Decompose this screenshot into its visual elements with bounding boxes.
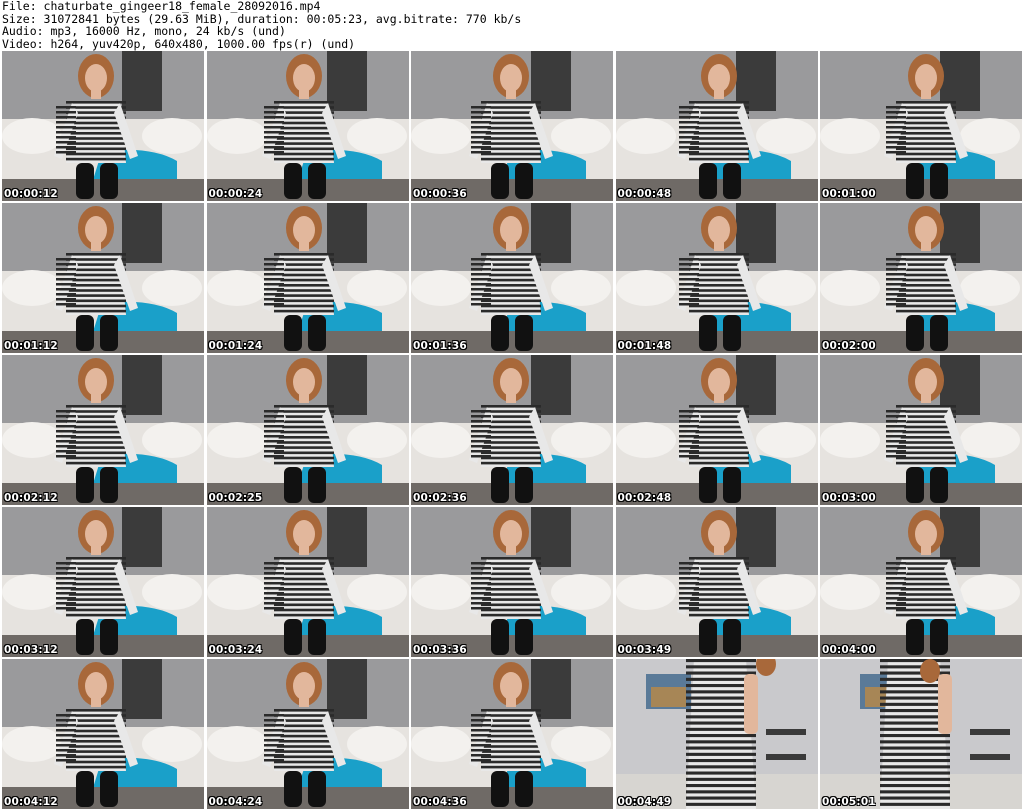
- thumbnail-frame: 00:00:24: [206, 51, 409, 201]
- thumbnail-image: [2, 203, 204, 353]
- thumbnail-image: [615, 203, 818, 353]
- thumbnail-frame: 00:01:00: [820, 51, 1022, 201]
- thumbnail-frame: 00:01:24: [206, 203, 409, 353]
- thumbnail-timestamp: 00:03:12: [4, 644, 58, 656]
- thumbnail-timestamp: 00:03:49: [617, 644, 672, 656]
- thumbnail-frame: 00:00:48: [615, 51, 818, 201]
- thumbnail-image: [411, 355, 613, 505]
- thumbnail-frame: 00:00:36: [411, 51, 613, 201]
- thumbnail-frame: 00:00:12: [2, 51, 204, 201]
- thumbnail-image: [206, 51, 409, 201]
- thumbnail-image: [206, 203, 409, 353]
- thumbnail-timestamp: 00:02:25: [208, 492, 263, 504]
- thumbnail-image: [206, 507, 409, 657]
- thumbnail-frame: 00:03:36: [411, 507, 613, 657]
- thumbnail-frame: 00:05:01: [820, 659, 1022, 809]
- thumbnail-timestamp: 00:04:24: [208, 796, 263, 808]
- thumbnail-timestamp: 00:02:48: [617, 492, 672, 504]
- thumbnail-timestamp: 00:03:24: [208, 644, 263, 656]
- thumbnail-frame: 00:02:36: [411, 355, 613, 505]
- video-info-line: Video: h264, yuv420p, 640x480, 1000.00 f…: [2, 36, 356, 51]
- thumbnail-timestamp: 00:04:12: [4, 796, 58, 808]
- thumbnail-image: [820, 355, 1022, 505]
- thumbnail-frame: 00:02:12: [2, 355, 204, 505]
- thumbnail-timestamp: 00:00:24: [208, 188, 263, 200]
- audio-info-line: Audio: mp3, 16000 Hz, mono, 24 kb/s (und…: [2, 24, 286, 38]
- thumbnail-frame: 00:04:12: [2, 659, 204, 809]
- thumbnail-frame: 00:03:12: [2, 507, 204, 657]
- thumbnail-image: [820, 659, 1022, 809]
- thumbnail-timestamp: 00:04:00: [822, 644, 876, 656]
- file-name-line: File: chaturbate_gingeer18_female_280920…: [2, 0, 321, 13]
- thumbnail-image: [615, 51, 818, 201]
- thumbnail-image: [411, 507, 613, 657]
- thumbnail-timestamp: 00:02:00: [822, 340, 876, 352]
- thumbnail-image: [615, 355, 818, 505]
- thumbnail-timestamp: 00:04:49: [617, 796, 672, 808]
- thumbnail-timestamp: 00:01:36: [413, 340, 467, 352]
- thumbnail-image: [2, 355, 204, 505]
- thumbnail-image: [2, 659, 204, 809]
- thumbnail-timestamp: 00:01:12: [4, 340, 58, 352]
- thumbnail-timestamp: 00:05:01: [822, 796, 876, 808]
- thumbnail-timestamp: 00:04:36: [413, 796, 467, 808]
- thumbnail-timestamp: 00:02:12: [4, 492, 58, 504]
- thumbnail-frame: 00:02:00: [820, 203, 1022, 353]
- thumbnail-timestamp: 00:03:36: [413, 644, 467, 656]
- thumbnail-timestamp: 00:00:36: [413, 188, 467, 200]
- thumbnail-timestamp: 00:01:24: [208, 340, 263, 352]
- thumbnail-timestamp: 00:01:48: [617, 340, 672, 352]
- thumbnail-timestamp: 00:00:48: [617, 188, 672, 200]
- thumbnail-image: [206, 355, 409, 505]
- thumbnail-image: [2, 507, 204, 657]
- thumbnail-image: [411, 203, 613, 353]
- thumbnail-timestamp: 00:00:12: [4, 188, 58, 200]
- thumbnail-image: [820, 51, 1022, 201]
- thumbnail-image: [615, 659, 818, 809]
- thumbnail-timestamp: 00:02:36: [413, 492, 467, 504]
- thumbnail-frame: 00:04:49: [615, 659, 818, 809]
- thumbnail-image: [206, 659, 409, 809]
- thumbnail-frame: 00:04:36: [411, 659, 613, 809]
- thumbnail-frame: 00:02:25: [206, 355, 409, 505]
- thumbnail-frame: 00:01:12: [2, 203, 204, 353]
- thumbnail-frame: 00:01:48: [615, 203, 818, 353]
- thumbnail-image: [2, 51, 204, 201]
- thumbnail-image: [820, 203, 1022, 353]
- thumbnail-timestamp: 00:03:00: [822, 492, 876, 504]
- thumbnail-frame: 00:03:49: [615, 507, 818, 657]
- thumbnail-grid: 00:00:12 00:00:24 00:00:36 00:00:48 00:0…: [0, 51, 1024, 811]
- thumbnail-frame: 00:04:00: [820, 507, 1022, 657]
- thumbnail-image: [411, 659, 613, 809]
- thumbnail-frame: 00:04:24: [206, 659, 409, 809]
- file-info-header: File: chaturbate_gingeer18_female_280920…: [2, 0, 1020, 50]
- thumbnail-frame: 00:02:48: [615, 355, 818, 505]
- thumbnail-frame: 00:03:00: [820, 355, 1022, 505]
- thumbnail-timestamp: 00:01:00: [822, 188, 876, 200]
- thumbnail-frame: 00:01:36: [411, 203, 613, 353]
- thumbnail-image: [615, 507, 818, 657]
- thumbnail-frame: 00:03:24: [206, 507, 409, 657]
- thumbnail-image: [820, 507, 1022, 657]
- thumbnail-image: [411, 51, 613, 201]
